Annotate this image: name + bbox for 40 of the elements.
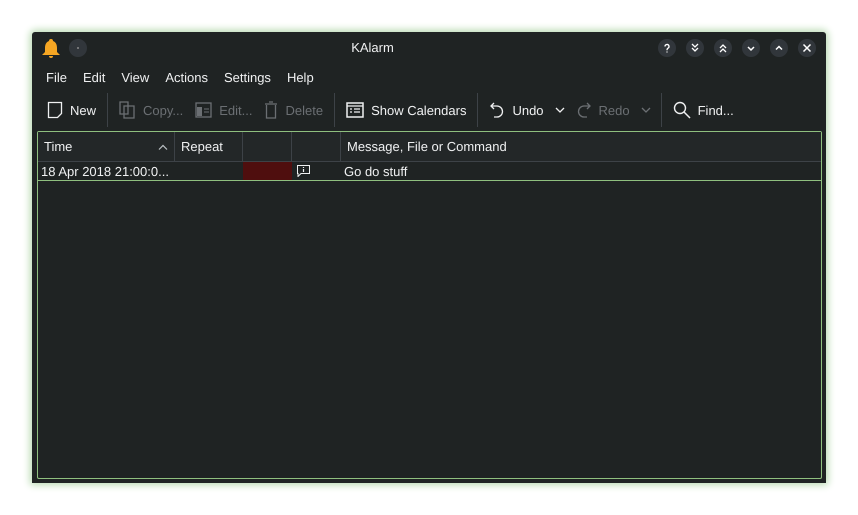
copy-icon bbox=[119, 101, 136, 119]
help-icon bbox=[662, 42, 672, 52]
column-header[interactable]: Repeat bbox=[175, 132, 243, 161]
table-cell-text: Go do stuff bbox=[343, 164, 408, 178]
menu-item[interactable]: File bbox=[38, 66, 75, 88]
maximize-button[interactable] bbox=[770, 38, 788, 56]
trash-icon bbox=[264, 101, 278, 119]
column-header[interactable]: Message, File or Command bbox=[341, 132, 821, 161]
menu-item[interactable]: View bbox=[113, 66, 158, 88]
window-title: KAlarm bbox=[350, 40, 395, 55]
column-header[interactable]: Time bbox=[38, 132, 175, 161]
message-icon bbox=[297, 165, 310, 177]
menu-item[interactable]: Edit bbox=[74, 66, 114, 88]
table-cell-text: 18 Apr 2018 21:00:0... bbox=[40, 164, 170, 178]
toolbar-button[interactable]: Undo bbox=[484, 95, 549, 125]
form-icon bbox=[195, 102, 212, 118]
redo-icon bbox=[576, 101, 592, 119]
menu-item[interactable]: Help bbox=[278, 66, 322, 88]
undo-icon bbox=[489, 101, 506, 119]
document-icon bbox=[47, 101, 63, 119]
toolbar-button[interactable]: New bbox=[42, 95, 102, 125]
caret-icon bbox=[640, 107, 651, 113]
caret-icon bbox=[554, 107, 565, 113]
toolbar-button[interactable]: Find... bbox=[668, 95, 739, 125]
shade-button[interactable] bbox=[686, 38, 704, 56]
sort-ascending-icon bbox=[158, 144, 168, 150]
toolbar-button[interactable]: Show Calendars bbox=[341, 95, 472, 125]
search-icon bbox=[672, 101, 691, 119]
minimize-button[interactable] bbox=[742, 38, 760, 56]
shade-icon bbox=[690, 42, 700, 52]
help-button[interactable] bbox=[658, 38, 676, 56]
bell-icon bbox=[41, 38, 61, 58]
menu-item[interactable]: Settings bbox=[216, 66, 279, 88]
list-icon bbox=[346, 102, 364, 118]
unshade-button[interactable] bbox=[714, 38, 732, 56]
close-icon bbox=[802, 42, 812, 52]
close-button[interactable] bbox=[798, 38, 816, 56]
unshade-icon bbox=[718, 42, 728, 52]
maximize-icon bbox=[774, 42, 784, 52]
menu-item[interactable]: Actions bbox=[157, 66, 216, 88]
